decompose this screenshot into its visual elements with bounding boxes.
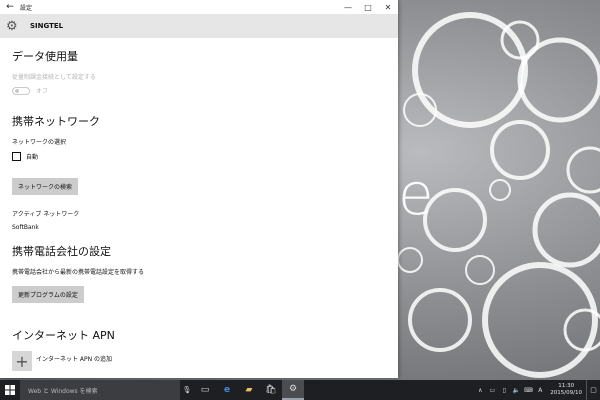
network-select-label: ネットワークの選択 bbox=[12, 139, 67, 146]
carrier-settings-description: 携帯電話会社から最新の携帯電話設定を取得する bbox=[12, 269, 145, 276]
volume-icon[interactable]: 🔈 bbox=[510, 387, 522, 394]
task-view-icon[interactable]: ▭ bbox=[194, 380, 216, 400]
metered-toggle-state: オフ bbox=[36, 88, 49, 95]
system-tray: ∧ ▭ ▯ 🔈 ⌨ A 11:30 2015/09/10 ▢ bbox=[474, 380, 600, 400]
update-settings-button[interactable]: 更新プログラムの設定 bbox=[12, 286, 84, 303]
close-button[interactable]: ✕ bbox=[378, 3, 398, 12]
notification-icon[interactable]: ▢ bbox=[586, 380, 600, 400]
taskbar: Web と Windows を検索 🎙 ▭ e ▰ 🛍 ⚙ ∧ ▭ ▯ 🔈 ⌨ … bbox=[0, 380, 600, 400]
add-apn-row[interactable]: + インターネット APN の追加 bbox=[12, 351, 386, 371]
language-icon[interactable]: A bbox=[534, 387, 546, 394]
add-apn-label: インターネット APN の追加 bbox=[36, 355, 113, 363]
maximize-button[interactable]: □ bbox=[358, 3, 378, 12]
network-icon[interactable]: ▯ bbox=[498, 387, 510, 394]
windows-start-icon[interactable] bbox=[0, 380, 20, 400]
settings-window: ← 設定 — □ ✕ ⚙ SINGTEL データ使用量 従量制課金接続として設定… bbox=[0, 0, 398, 378]
active-network-value: SoftBank bbox=[12, 224, 39, 231]
auto-checkbox-row: 自動 bbox=[12, 152, 386, 161]
clock-time: 11:30 bbox=[558, 383, 575, 389]
store-icon[interactable]: 🛍 bbox=[260, 380, 282, 400]
apn-title: インターネット APN bbox=[12, 329, 115, 342]
edge-browser-icon[interactable]: e bbox=[216, 380, 238, 400]
metered-toggle[interactable] bbox=[12, 86, 30, 95]
page-header: ⚙ SINGTEL bbox=[0, 14, 398, 38]
taskbar-search-placeholder: Web と Windows を検索 bbox=[28, 387, 98, 395]
clock[interactable]: 11:30 2015/09/10 bbox=[546, 383, 586, 397]
active-network-label: アクティブ ネットワーク bbox=[12, 211, 80, 218]
clock-date: 2015/09/10 bbox=[550, 390, 582, 396]
minimize-button[interactable]: — bbox=[338, 3, 358, 12]
toggle-knob bbox=[15, 88, 19, 93]
keyboard-icon[interactable]: ⌨ bbox=[522, 387, 534, 394]
auto-checkbox-label: 自動 bbox=[26, 154, 39, 161]
data-usage-title: データ使用量 bbox=[12, 50, 78, 63]
settings-taskbar-icon[interactable]: ⚙ bbox=[282, 380, 304, 400]
window-title: 設定 bbox=[20, 4, 33, 12]
taskbar-search-box[interactable]: Web と Windows を検索 bbox=[20, 380, 180, 400]
chevron-up-icon[interactable]: ∧ bbox=[474, 387, 486, 394]
network-search-button[interactable]: ネットワークの検索 bbox=[12, 178, 79, 195]
mobile-network-title: 携帯ネットワーク bbox=[12, 115, 100, 128]
gear-icon: ⚙ bbox=[6, 18, 18, 34]
plus-icon[interactable]: + bbox=[12, 351, 32, 371]
metered-connection-label: 従量制課金接続として設定する bbox=[12, 74, 96, 81]
windows-logo-icon bbox=[5, 385, 15, 395]
metered-toggle-row: オフ bbox=[12, 86, 386, 95]
auto-checkbox[interactable] bbox=[12, 152, 21, 161]
battery-icon[interactable]: ▭ bbox=[486, 387, 498, 394]
brand-letter: e bbox=[398, 160, 434, 228]
carrier-settings-title: 携帯電話会社の設定 bbox=[12, 245, 111, 258]
back-arrow-icon[interactable]: ← bbox=[0, 2, 20, 12]
microphone-icon[interactable]: 🎙 bbox=[180, 386, 194, 394]
page-title: SINGTEL bbox=[30, 22, 64, 30]
title-bar: ← 設定 — □ ✕ bbox=[0, 0, 398, 14]
file-explorer-icon[interactable]: ▰ bbox=[238, 380, 260, 400]
settings-content: データ使用量 従量制課金接続として設定する オフ 携帯ネットワーク ネットワーク… bbox=[0, 38, 398, 371]
